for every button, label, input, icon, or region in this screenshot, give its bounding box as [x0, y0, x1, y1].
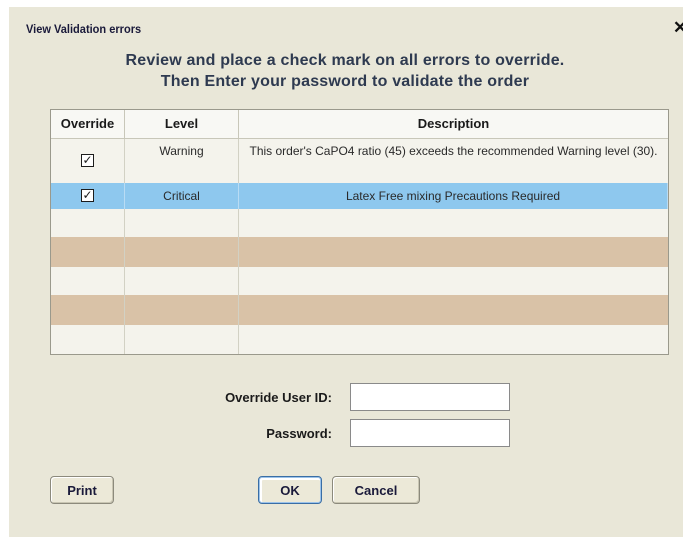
empty-row: [51, 267, 668, 295]
grid-header: Override Level Description: [51, 110, 668, 139]
empty-cell: [51, 267, 125, 295]
override-cell: ✓: [51, 183, 125, 209]
empty-row: [51, 237, 668, 267]
empty-cell: [51, 237, 125, 267]
password-input[interactable]: [350, 419, 510, 447]
print-button[interactable]: Print: [50, 476, 114, 504]
empty-cell: [239, 295, 668, 325]
empty-cell: [51, 209, 125, 237]
empty-cell: [125, 209, 239, 237]
level-cell: Critical: [125, 183, 239, 209]
table-row[interactable]: ✓ Critical Latex Free mixing Precautions…: [51, 183, 668, 209]
override-user-id-input[interactable]: [350, 383, 510, 411]
errors-grid: Override Level Description ✓ Warning Thi…: [50, 109, 669, 355]
empty-cell: [125, 237, 239, 267]
column-header-level[interactable]: Level: [125, 110, 239, 138]
table-row[interactable]: ✓ Warning This order's CaPO4 ratio (45) …: [51, 139, 668, 183]
instruction-line-2: Then Enter your password to validate the…: [160, 73, 530, 90]
column-header-description[interactable]: Description: [239, 110, 668, 138]
empty-row: [51, 295, 668, 325]
override-checkbox[interactable]: ✓: [81, 189, 94, 202]
empty-row: [51, 209, 668, 237]
description-cell: Latex Free mixing Precautions Required: [239, 183, 668, 209]
empty-cell: [239, 267, 668, 295]
instruction-line-1: Review and place a check mark on all err…: [125, 52, 565, 69]
empty-cell: [51, 295, 125, 325]
ok-button[interactable]: OK: [258, 476, 322, 504]
column-header-override[interactable]: Override: [51, 110, 125, 138]
empty-cell: [125, 295, 239, 325]
override-cell: ✓: [51, 139, 125, 183]
level-cell: Warning: [125, 139, 239, 183]
empty-cell: [239, 237, 668, 267]
empty-cell: [125, 325, 239, 354]
empty-cell: [239, 325, 668, 354]
override-checkbox[interactable]: ✓: [81, 154, 94, 167]
override-user-id-label: Override User ID:: [225, 390, 332, 405]
close-icon[interactable]: ✕: [673, 19, 683, 37]
empty-row: [51, 325, 668, 354]
cancel-button[interactable]: Cancel: [332, 476, 420, 504]
empty-cell: [51, 325, 125, 354]
window-title: View Validation errors: [26, 22, 142, 36]
password-label: Password:: [266, 426, 332, 441]
empty-cell: [239, 209, 668, 237]
empty-cell: [125, 267, 239, 295]
description-cell: This order's CaPO4 ratio (45) exceeds th…: [249, 144, 658, 158]
